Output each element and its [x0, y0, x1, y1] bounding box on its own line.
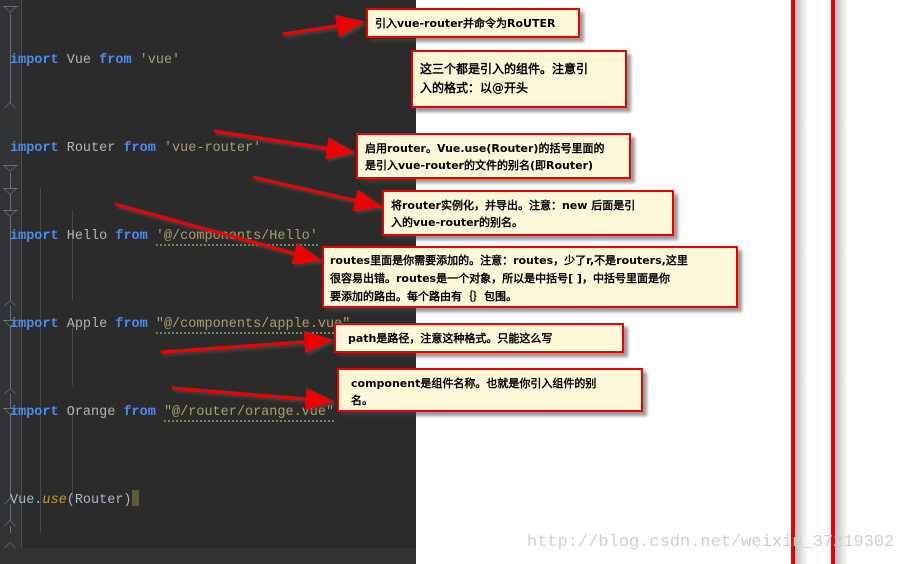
token-keyword-from-5: from: [123, 405, 156, 420]
token-string-apple-path: "@/components/apple.vue": [155, 317, 351, 334]
vertical-marker-shadow-2: [834, 0, 848, 564]
token-identifier-router: Router: [66, 141, 116, 156]
callout-import-router-line-1: 引入vue-router并命令为RoUTER: [375, 16, 556, 30]
token-string-vue-router: 'vue-router': [163, 141, 262, 156]
token-keyword-from-4: from: [115, 317, 148, 332]
code-line-6: Vue.use(Router): [10, 490, 416, 512]
watermark-url: http://blog.csdn.net/weixin_37219302: [527, 533, 895, 552]
token-keyword-import-5: import: [10, 405, 59, 420]
callout-export-default-line-2: 入的vue-router的别名。: [391, 216, 523, 229]
token-keyword-from-3: from: [115, 229, 148, 244]
token-identifier-apple: Apple: [66, 317, 108, 332]
callout-import-components-line-2: 入的格式：以@开头: [420, 81, 529, 95]
vertical-marker-line-2: [831, 0, 835, 564]
screenshot-root: import Vue from 'vue' import Router from…: [0, 0, 899, 564]
callout-component-line-1: component是组件名称。也就是你引入组件的别: [351, 377, 597, 390]
callout-vue-use-line-2: 是引入vue-router的文件的别名(即Router): [365, 159, 594, 172]
text-caret: [131, 490, 139, 506]
token-keyword-import-3: import: [10, 229, 59, 244]
token-identifier-hello: Hello: [66, 229, 108, 244]
callout-export-default-line-1: 将router实例化，并导出。注意：new 后面是引: [391, 199, 636, 212]
token-vue-object: Vue.: [10, 493, 43, 508]
code-line-1: import Vue from 'vue': [10, 50, 416, 72]
token-identifier-vue: Vue: [66, 53, 92, 68]
token-use-args: (Router): [66, 493, 132, 508]
token-keyword-import-4: import: [10, 317, 59, 332]
token-keyword-from-2: from: [123, 141, 156, 156]
token-string-vue: 'vue': [139, 53, 181, 68]
vertical-marker-line-1: [791, 0, 795, 564]
callout-routes-line-3: 要添加的路由。每个路由有｛｝包围。: [330, 290, 517, 303]
token-use-method: use: [42, 493, 67, 508]
callout-export-default: 将router实例化，并导出。注意：new 后面是引 入的vue-router的…: [382, 190, 674, 236]
code-line-3: import Hello from '@/components/Hello': [10, 226, 416, 248]
callout-import-router: 引入vue-router并命令为RoUTER: [366, 8, 580, 38]
callout-vue-use-line-1: 启用router。Vue.use(Router)的括号里面的: [365, 142, 605, 155]
callout-component: component是组件名称。也就是你引入组件的别 名。: [337, 368, 643, 412]
callout-import-components-line-1: 这三个都是引入的组件。注意引: [420, 62, 589, 76]
callout-vue-use: 启用router。Vue.use(Router)的括号里面的 是引入vue-ro…: [356, 133, 631, 179]
token-identifier-orange: Orange: [66, 405, 116, 420]
callout-routes-line-2: 很容易出错。routes是一个对象，所以是中括号[ ]，中括号里面是你: [330, 272, 670, 285]
callout-routes: routes里面是你需要添加的。注意：routes，少了r,不是routers,…: [322, 246, 738, 308]
callout-path: path是路径，注意这种格式。只能这么写: [334, 323, 624, 353]
editor-status-strip: [0, 548, 416, 564]
token-string-orange-path: "@/router/orange.vue": [163, 405, 335, 422]
callout-component-line-2: 名。: [351, 394, 373, 407]
token-string-hello-path: '@/components/Hello': [155, 229, 318, 246]
callout-path-line-1: path是路径，注意这种格式。只能这么写: [348, 331, 553, 345]
token-keyword-import: import: [10, 53, 59, 68]
token-keyword-import-2: import: [10, 141, 59, 156]
callout-import-components: 这三个都是引入的组件。注意引 入的格式：以@开头: [411, 50, 627, 108]
token-keyword-from: from: [99, 53, 132, 68]
vertical-marker-shadow-1: [794, 0, 808, 564]
callout-routes-line-1: routes里面是你需要添加的。注意：routes，少了r,不是routers,…: [330, 254, 688, 267]
